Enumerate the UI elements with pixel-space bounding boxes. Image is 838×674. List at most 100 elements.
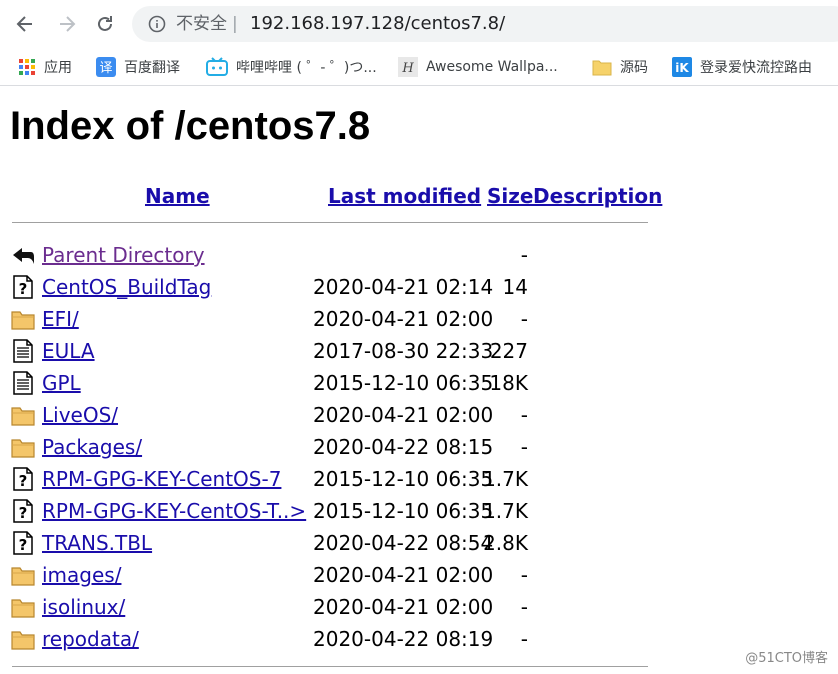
info-icon[interactable] — [148, 15, 166, 33]
last-modified-cell: 2020-04-21 02:00 — [313, 403, 494, 427]
unknown-file-icon: ? — [11, 531, 35, 555]
back-button[interactable] — [10, 9, 40, 39]
size-cell: 14 — [502, 275, 528, 299]
browser-toolbar: 不安全 | 192.168.197.128/centos7.8/ — [0, 0, 838, 50]
bookmark-baidu-translate[interactable]: 译 百度翻译 — [96, 55, 180, 79]
column-header-name[interactable]: Name — [145, 182, 210, 210]
bookmark-source-folder[interactable]: 源码 — [592, 55, 648, 79]
apps-grid-icon — [19, 59, 35, 75]
bookmark-label: 应用 — [44, 60, 72, 76]
baidu-translate-icon: 译 — [96, 57, 116, 77]
table-row: isolinux/2020-04-21 02:00 - — [0, 592, 660, 622]
last-modified-cell: 2020-04-21 02:00 — [313, 307, 494, 331]
back-arrow-icon — [11, 243, 35, 267]
back-arrow-icon — [16, 16, 32, 32]
bookmark-label: Awesome Wallpa... — [426, 59, 558, 75]
table-row: ? RPM-GPG-KEY-CentOS-T..> 2015-12-10 06:35… — [0, 496, 660, 526]
column-header-size[interactable]: Size — [487, 182, 533, 210]
file-link[interactable]: isolinux/ — [42, 593, 125, 621]
reload-icon — [98, 16, 112, 31]
file-link[interactable]: EFI/ — [42, 305, 79, 333]
file-link[interactable]: TRANS.TBL — [42, 529, 152, 557]
size-cell: - — [520, 595, 528, 619]
bookmark-label: 哔哩哔哩 ( ゜- ゜)つ... — [236, 60, 377, 76]
file-link[interactable]: images/ — [42, 561, 121, 589]
column-header-description[interactable]: Description — [533, 182, 662, 210]
file-link[interactable]: Parent Directory — [42, 241, 205, 269]
table-row: images/2020-04-21 02:00 - — [0, 560, 660, 590]
unknown-file-icon: ? — [11, 499, 35, 523]
size-cell: - — [520, 627, 528, 651]
folder-icon — [11, 403, 35, 427]
last-modified-cell: 2020-04-21 02:00 — [313, 563, 494, 587]
svg-text:iK: iK — [675, 61, 689, 75]
table-row: ? CentOS_BuildTag 2020-04-21 02:14 14 — [0, 272, 660, 302]
table-row: EULA 2017-08-30 22:33 227 — [0, 336, 660, 366]
ikuai-icon: iK — [672, 57, 692, 77]
unknown-file-icon: ? — [11, 467, 35, 491]
table-row: EFI/2020-04-21 02:00 - — [0, 304, 660, 334]
size-cell: - — [520, 563, 528, 587]
bilibili-icon — [206, 57, 228, 76]
file-link[interactable]: CentOS_BuildTag — [42, 273, 211, 301]
file-link[interactable]: RPM-GPG-KEY-CentOS-T..> — [42, 497, 306, 525]
table-row: GPL 2015-12-10 06:35 18K — [0, 368, 660, 398]
security-label[interactable]: 不安全 — [176, 12, 227, 36]
file-link[interactable]: GPL — [42, 369, 81, 397]
bookmark-label: 登录爱快流控路由 — [700, 60, 812, 76]
footer-divider — [12, 666, 648, 667]
file-link[interactable]: EULA — [42, 337, 95, 365]
table-row: ? TRANS.TBL 2020-04-22 08:54 2.8K — [0, 528, 660, 558]
table-row: Parent Directory - — [0, 240, 660, 270]
last-modified-cell: 2020-04-22 08:15 — [313, 435, 494, 459]
last-modified-cell: 2020-04-21 02:00 — [313, 595, 494, 619]
size-cell: - — [520, 403, 528, 427]
column-header-last-modified[interactable]: Last modified — [328, 182, 481, 210]
svg-text:?: ? — [19, 504, 28, 522]
size-cell: - — [520, 435, 528, 459]
folder-icon — [11, 595, 35, 619]
svg-text:?: ? — [19, 536, 28, 554]
bookmark-label: 源码 — [620, 60, 648, 76]
folder-icon — [592, 60, 612, 76]
svg-text:H: H — [401, 61, 414, 76]
file-link[interactable]: Packages/ — [42, 433, 142, 461]
size-cell: 1.7K — [483, 467, 528, 491]
folder-icon — [11, 627, 35, 651]
size-cell: 18K — [489, 371, 528, 395]
folder-icon — [11, 435, 35, 459]
reload-button[interactable] — [90, 9, 120, 39]
bookmark-label: 百度翻译 — [124, 60, 180, 76]
last-modified-cell: 2015-12-10 06:35 — [313, 467, 494, 491]
forward-button[interactable] — [52, 9, 82, 39]
file-link[interactable]: repodata/ — [42, 625, 139, 653]
bookmark-ikuai[interactable]: iK 登录爱快流控路由 — [672, 55, 812, 79]
address-url[interactable]: 192.168.197.128/centos7.8/ — [250, 12, 505, 36]
table-row: LiveOS/2020-04-21 02:00 - — [0, 400, 660, 430]
size-cell: 2.8K — [483, 531, 528, 555]
file-link[interactable]: RPM-GPG-KEY-CentOS-7 — [42, 465, 281, 493]
bookmarks-bar: 应用 译 百度翻译 哔哩哔哩 ( ゜- ゜)つ... H Awesome Wal… — [0, 50, 838, 84]
last-modified-cell: 2015-12-10 06:35 — [313, 499, 494, 523]
last-modified-cell: 2020-04-22 08:19 — [313, 627, 494, 651]
svg-text:译: 译 — [99, 61, 112, 76]
last-modified-cell: 2015-12-10 06:35 — [313, 371, 494, 395]
table-row: ? RPM-GPG-KEY-CentOS-7 2015-12-10 06:35 1.7… — [0, 464, 660, 494]
svg-text:?: ? — [19, 472, 28, 490]
table-row: Packages/2020-04-22 08:15 - — [0, 432, 660, 462]
page-title: Index of /centos7.8 — [10, 104, 371, 148]
header-divider — [12, 222, 648, 223]
size-cell: - — [520, 307, 528, 331]
file-link[interactable]: LiveOS/ — [42, 401, 118, 429]
table-row: repodata/2020-04-22 08:19 - — [0, 624, 660, 654]
text-file-icon — [11, 371, 35, 395]
text-file-icon — [11, 339, 35, 363]
address-separator: | — [232, 14, 238, 34]
last-modified-cell: 2020-04-21 02:14 — [313, 275, 494, 299]
bookmark-awesome-wallpapers[interactable]: H Awesome Wallpa... — [398, 55, 558, 79]
watermark: @51CTO博客 — [745, 651, 828, 666]
bookmark-bilibili[interactable]: 哔哩哔哩 ( ゜- ゜)つ... — [206, 55, 377, 79]
size-cell: 1.7K — [483, 499, 528, 523]
size-cell: - — [520, 243, 528, 267]
bookmark-apps[interactable]: 应用 — [18, 55, 72, 79]
